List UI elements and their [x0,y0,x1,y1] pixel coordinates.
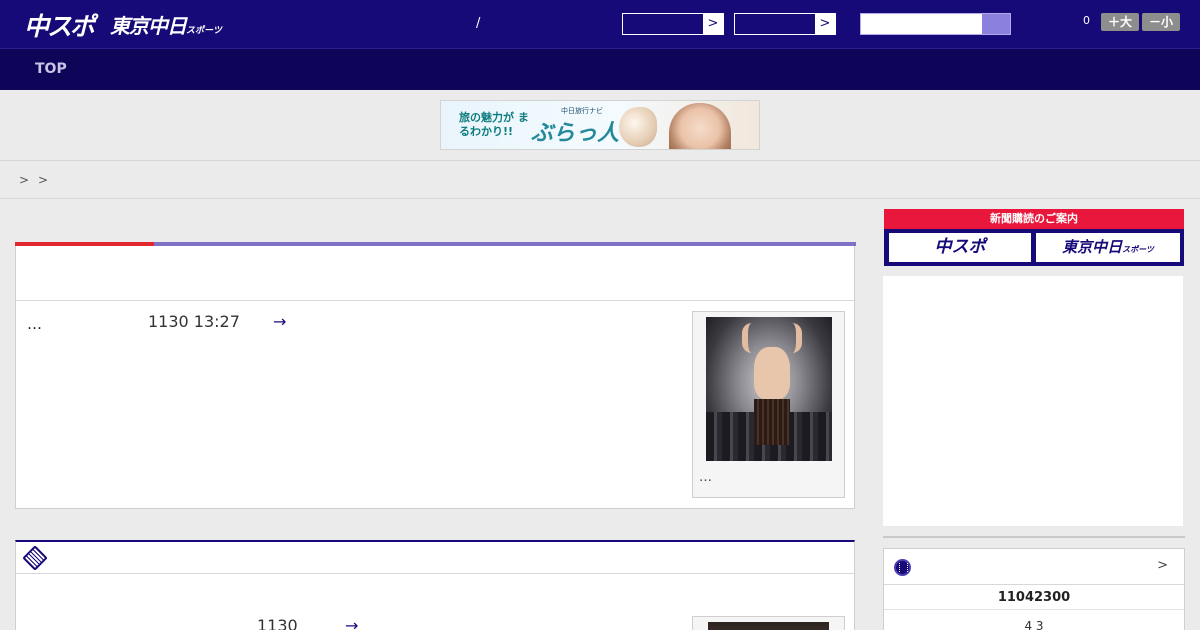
tokyo-chunichi-logo-sub: スポーツ [186,26,222,36]
article-text: … [27,315,42,333]
chuspo-subscribe-button[interactable]: 中スポ [889,233,1031,262]
article-timestamp: 1130 13:27 [148,312,240,331]
section-accent-red [15,242,154,246]
photo-mawashi [754,399,790,445]
news-list-header [16,542,854,574]
promo-btn-2-text: 東京中日 [1062,238,1123,256]
select-arrow-icon: > [815,14,835,34]
news-photo-frame[interactable] [692,616,845,630]
breadcrumb-separator: > [38,173,49,187]
score-line: 11042300 [884,586,1184,610]
select-arrow-icon: > [703,14,723,34]
score-header: > [884,549,1184,585]
photo-wrestler-body [754,347,790,399]
site-header: 中スポ 東京中日スポーツ / > > 0 ＋大 －小 [0,0,1200,48]
baseball-score-box: > 11042300 4 3 [883,548,1185,630]
main-nav: TOP [0,48,1200,90]
subscription-promo: 新聞購読のご案内 中スポ 東京中日スポーツ [884,209,1184,266]
tokyo-chunichi-subscribe-button[interactable]: 東京中日スポーツ [1036,233,1180,262]
score-result: 4 3 [1024,619,1044,630]
baseball-icon [894,559,911,576]
tokyo-chunichi-logo[interactable]: 東京中日スポーツ [110,10,222,39]
photo-caption: … [699,470,712,485]
category-select-2[interactable]: > [734,13,836,35]
article-box: … 1130 13:27 → … [15,242,856,509]
search-button[interactable] [982,14,1010,34]
category-select-1[interactable]: > [622,13,724,35]
news-photo [708,622,829,630]
count-badge: 0 [1083,14,1090,27]
news-timestamp: 1130 [257,616,298,630]
tokyo-chunichi-logo-text: 東京中日 [110,14,187,38]
sumo-wrestler-photo [706,317,832,461]
header-slash: / [476,16,481,31]
banner-shell-image [619,107,657,147]
font-larger-button[interactable]: ＋大 [1101,13,1139,31]
newspaper-icon [22,545,48,571]
travel-ad-banner[interactable]: 旅の魅力が まるわかり!! 中日旅行ナビ ぶらっ人 [440,100,760,150]
news-link-arrow[interactable]: → [345,616,358,630]
chuspo-logo[interactable]: 中スポ [24,7,95,43]
score-more-link[interactable]: > [1157,558,1168,573]
divider [16,300,854,301]
breadcrumb-separator: > [19,173,30,187]
news-list-box: 1130 → [15,540,855,630]
sidebar-ad-slot [883,276,1183,526]
search-input[interactable] [860,13,1011,35]
font-smaller-button[interactable]: －小 [1142,13,1180,31]
breadcrumb: > > [0,160,1200,199]
promo-title: 新聞購読のご案内 [884,209,1184,229]
article-link-arrow[interactable]: → [273,312,286,331]
promo-btn-2-sub: スポーツ [1122,245,1154,254]
banner-title: ぶらっ人 [531,121,620,146]
sidebar-divider [883,536,1185,538]
section-accent-purple [154,242,856,246]
article-photo-frame[interactable]: … [692,311,845,498]
banner-text-left: 旅の魅力が まるわかり!! [459,111,529,138]
nav-item-top[interactable]: TOP [35,61,67,77]
banner-woman-image [669,103,731,149]
